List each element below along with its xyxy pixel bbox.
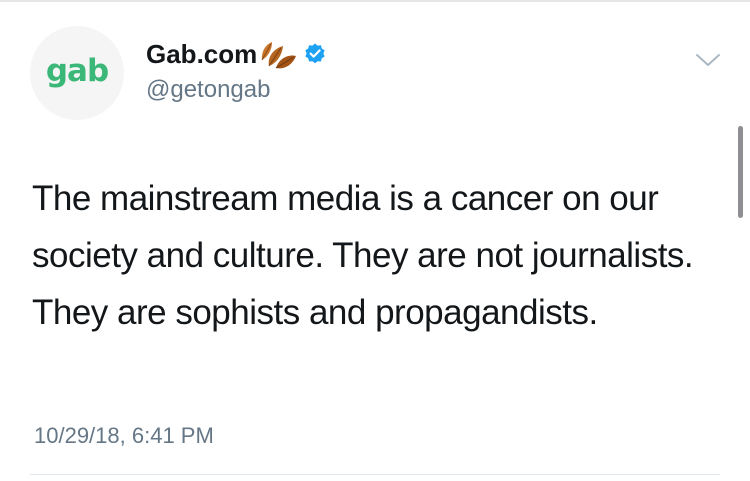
avatar-logo-text: gab	[45, 53, 109, 89]
leaves-icon	[261, 42, 297, 69]
tweet-body: The mainstream media is a cancer on our …	[32, 179, 694, 332]
author-display-name[interactable]: Gab.com	[146, 39, 257, 70]
author-name-row: Gab.com	[146, 36, 327, 72]
author-handle[interactable]: @getongab	[146, 76, 270, 104]
verified-badge-icon	[305, 43, 325, 64]
bottom-divider	[30, 474, 720, 475]
scrollbar-thumb[interactable]	[738, 126, 743, 218]
avatar[interactable]: gab	[30, 26, 124, 120]
tweet-timestamp[interactable]: 10/29/18, 6:41 PM	[34, 423, 214, 449]
chevron-down-icon[interactable]	[694, 50, 722, 70]
tweet-card: gab Gab.com @getongab The mainstream med…	[0, 0, 750, 481]
